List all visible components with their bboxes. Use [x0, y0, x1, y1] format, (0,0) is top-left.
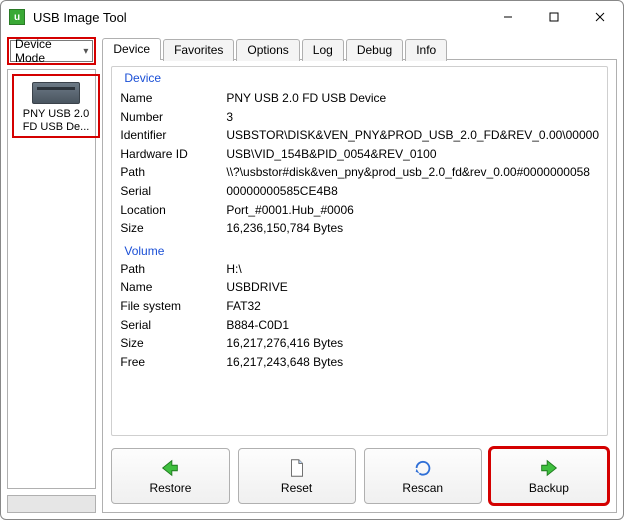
tab-info[interactable]: Info	[405, 39, 447, 61]
tab-favorites[interactable]: Favorites	[163, 39, 234, 61]
tab-debug[interactable]: Debug	[346, 39, 403, 61]
mode-select-highlight: Device Mode ▾	[7, 37, 96, 65]
window-title: USB Image Tool	[33, 10, 485, 25]
device-value: 3	[226, 108, 599, 127]
volume-row: Size16,217,276,416 Bytes	[120, 334, 599, 353]
volume-value: B884-C0D1	[226, 316, 599, 335]
device-row: NamePNY USB 2.0 FD USB Device	[120, 89, 599, 108]
device-group-title: Device	[120, 71, 599, 85]
device-row: IdentifierUSBSTOR\DISK&VEN_PNY&PROD_USB_…	[120, 126, 599, 145]
volume-group-title: Volume	[124, 244, 599, 258]
device-key: Path	[120, 163, 226, 182]
reset-label: Reset	[281, 481, 312, 495]
progress-bar	[7, 495, 96, 513]
device-value: \\?\usbstor#disk&ven_pny&prod_usb_2.0_fd…	[226, 163, 599, 182]
volume-value: H:\	[226, 260, 599, 279]
device-value: USB\VID_154B&PID_0054&REV_0100	[226, 145, 599, 164]
device-value: Port_#0001.Hub_#0006	[226, 201, 599, 220]
restore-label: Restore	[149, 481, 191, 495]
mode-select[interactable]: Device Mode ▾	[10, 40, 93, 62]
volume-key: Name	[120, 278, 226, 297]
volume-row: Free16,217,243,648 Bytes	[120, 353, 599, 372]
app-icon: u	[9, 9, 25, 25]
arrow-right-icon	[538, 457, 560, 479]
volume-value: FAT32	[226, 297, 599, 316]
volume-key: Path	[120, 260, 226, 279]
reset-button[interactable]: Reset	[238, 448, 356, 504]
device-key: Size	[120, 219, 226, 238]
tab-log[interactable]: Log	[302, 39, 344, 61]
device-list[interactable]: PNY USB 2.0 FD USB De...	[7, 69, 96, 489]
titlebar: u USB Image Tool	[1, 1, 623, 33]
device-value: 00000000585CE4B8	[226, 182, 599, 201]
device-list-item[interactable]: PNY USB 2.0 FD USB De...	[12, 74, 100, 138]
backup-button[interactable]: Backup	[490, 448, 608, 504]
maximize-button[interactable]	[531, 1, 577, 33]
device-value: USBSTOR\DISK&VEN_PNY&PROD_USB_2.0_FD&REV…	[226, 126, 599, 145]
device-key: Name	[120, 89, 226, 108]
device-value: PNY USB 2.0 FD USB Device	[226, 89, 599, 108]
volume-key: File system	[120, 297, 226, 316]
device-row: Path\\?\usbstor#disk&ven_pny&prod_usb_2.…	[120, 163, 599, 182]
device-label-line2: FD USB De...	[16, 121, 96, 134]
left-column: Device Mode ▾ PNY USB 2.0 FD USB De...	[7, 37, 96, 513]
device-info-group: Device NamePNY USB 2.0 FD USB DeviceNumb…	[111, 66, 608, 436]
device-value: 16,236,150,784 Bytes	[226, 219, 599, 238]
minimize-button[interactable]	[485, 1, 531, 33]
device-key: Identifier	[120, 126, 226, 145]
backup-label: Backup	[529, 481, 569, 495]
volume-key: Size	[120, 334, 226, 353]
volume-row: NameUSBDRIVE	[120, 278, 599, 297]
close-button[interactable]	[577, 1, 623, 33]
device-key: Number	[120, 108, 226, 127]
device-row: Size16,236,150,784 Bytes	[120, 219, 599, 238]
right-column: Device Favorites Options Log Debug Info …	[102, 37, 617, 513]
volume-value: USBDRIVE	[226, 278, 599, 297]
device-key: Hardware ID	[120, 145, 226, 164]
rescan-label: Rescan	[402, 481, 443, 495]
device-row: Number3	[120, 108, 599, 127]
action-buttons: Restore Reset Rescan	[111, 448, 608, 504]
tabs: Device Favorites Options Log Debug Info	[102, 37, 617, 59]
volume-row: PathH:\	[120, 260, 599, 279]
device-row: LocationPort_#0001.Hub_#0006	[120, 201, 599, 220]
volume-value: 16,217,276,416 Bytes	[226, 334, 599, 353]
window-controls	[485, 1, 623, 33]
volume-value: 16,217,243,648 Bytes	[226, 353, 599, 372]
drive-icon	[32, 82, 80, 104]
document-icon	[286, 457, 308, 479]
tab-panel-device: Device NamePNY USB 2.0 FD USB DeviceNumb…	[102, 59, 617, 513]
device-label-line1: PNY USB 2.0	[16, 108, 96, 121]
volume-row: File systemFAT32	[120, 297, 599, 316]
chevron-down-icon: ▾	[83, 46, 88, 57]
device-row: Hardware IDUSB\VID_154B&PID_0054&REV_010…	[120, 145, 599, 164]
arrow-left-icon	[159, 457, 181, 479]
volume-row: SerialB884-C0D1	[120, 316, 599, 335]
volume-key: Free	[120, 353, 226, 372]
tab-device[interactable]: Device	[102, 38, 161, 60]
refresh-icon	[412, 457, 434, 479]
tab-options[interactable]: Options	[236, 39, 299, 61]
rescan-button[interactable]: Rescan	[364, 448, 482, 504]
mode-select-value: Device Mode	[15, 37, 83, 65]
device-key: Location	[120, 201, 226, 220]
restore-button[interactable]: Restore	[111, 448, 229, 504]
device-key: Serial	[120, 182, 226, 201]
volume-key: Serial	[120, 316, 226, 335]
device-row: Serial00000000585CE4B8	[120, 182, 599, 201]
